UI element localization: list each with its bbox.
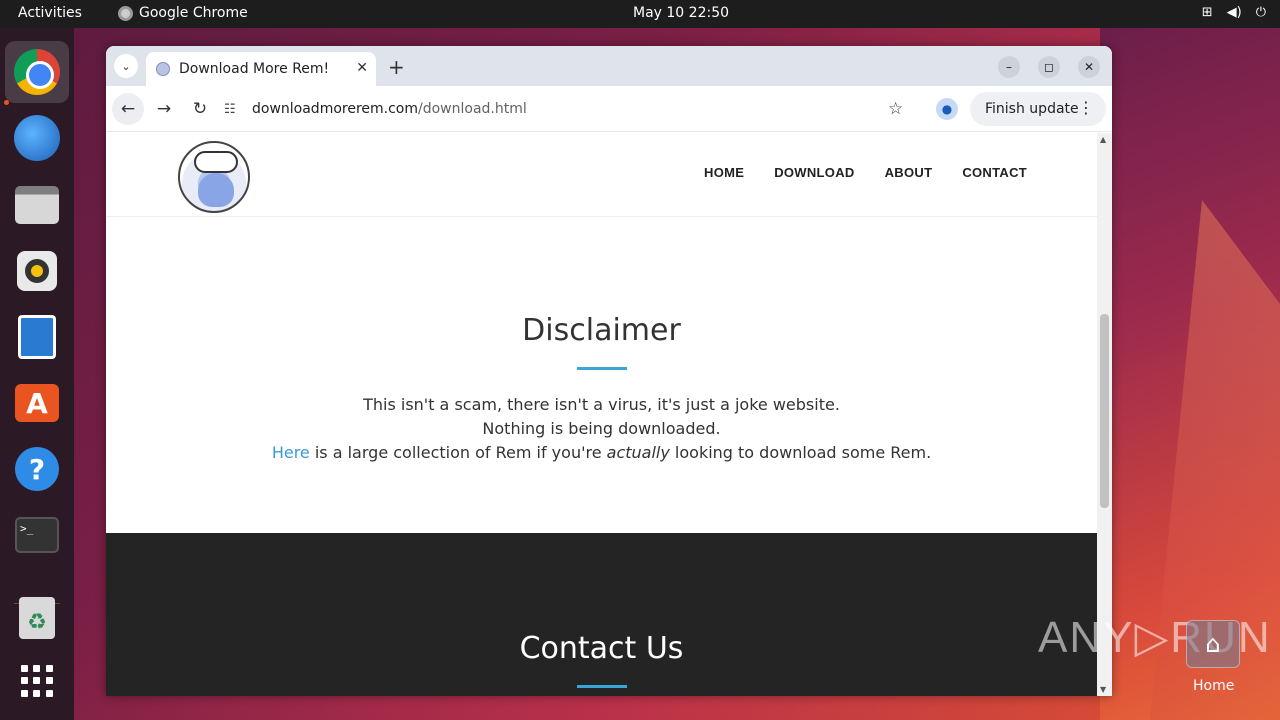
forward-button[interactable]: → [148, 93, 180, 125]
power-icon: ⏻ [1255, 5, 1266, 20]
address-bar[interactable]: ☷ downloadmorerem.com/download.html [224, 92, 922, 126]
files-icon [15, 186, 59, 224]
reload-button[interactable]: ↻ [184, 93, 216, 125]
chevron-down-icon: ⌄ [121, 59, 131, 73]
thunderbird-icon [14, 115, 60, 161]
clock[interactable]: May 10 22:50 [633, 5, 729, 21]
scroll-down-icon[interactable]: ▼ [1100, 685, 1106, 694]
chrome-icon [14, 49, 60, 95]
chrome-mini-icon [118, 5, 133, 21]
show-apps-button[interactable] [12, 656, 62, 706]
arrow-right-icon: → [156, 99, 172, 119]
tab-download-more-rem[interactable]: Download More Rem! ✕ [146, 52, 376, 86]
profile-icon[interactable]: ● [936, 98, 958, 120]
bookmark-star-icon[interactable]: ☆ [888, 99, 903, 119]
disclaimer-section: Disclaimer This isn't a scam, there isn'… [106, 217, 1097, 533]
tab-close-icon[interactable]: ✕ [356, 60, 368, 76]
dock: A ? >_ ♻ [0, 28, 74, 720]
trash-icon: ♻ [19, 597, 55, 639]
tab-strip: ⌄ Download More Rem! ✕ + – ◻ ✕ [106, 46, 1112, 86]
site-nav: HOME DOWNLOAD ABOUT CONTACT [704, 165, 1027, 180]
disclaimer-line-2: Nothing is being downloaded. [482, 419, 721, 438]
top-bar: Activities Google Chrome May 10 22:50 ⊞ … [0, 0, 1280, 28]
volume-icon: ◀) [1226, 5, 1242, 20]
dock-files[interactable] [12, 180, 62, 230]
finish-update-label: Finish update [985, 101, 1079, 117]
url-domain: downloadmorerem.com [252, 101, 419, 117]
nav-about[interactable]: ABOUT [885, 165, 933, 180]
new-tab-button[interactable]: + [388, 55, 405, 79]
home-folder-icon[interactable]: ⌂ [1186, 620, 1240, 668]
scrollbar-thumb[interactable] [1100, 314, 1109, 508]
dock-trash[interactable]: ♻ [12, 593, 62, 643]
rhythmbox-icon [17, 251, 57, 291]
dock-chrome[interactable] [5, 41, 69, 103]
running-indicator [4, 100, 9, 105]
active-app-menu[interactable]: Google Chrome [118, 5, 248, 21]
dock-app-center[interactable]: A [12, 378, 62, 428]
nav-download[interactable]: DOWNLOAD [774, 165, 854, 180]
site-info-icon[interactable]: ☷ [224, 102, 252, 117]
tab-title: Download More Rem! [179, 61, 330, 77]
rem-collection-link[interactable]: Here [272, 443, 310, 462]
reload-icon: ↻ [192, 99, 208, 119]
scroll-up-icon[interactable]: ▲ [1100, 135, 1106, 144]
favicon-icon [156, 62, 170, 76]
writer-icon [18, 315, 56, 359]
logo-cloud [194, 151, 238, 173]
line-3-emphasis: actually [606, 443, 670, 462]
disclaimer-title: Disclaimer [522, 313, 681, 348]
active-app-name: Google Chrome [139, 5, 248, 21]
browser-toolbar: ← → ↻ ☷ downloadmorerem.com/download.htm… [106, 86, 1112, 132]
back-button[interactable]: ← [112, 93, 144, 125]
finish-update-button[interactable]: Finish update ⋮ [970, 92, 1106, 126]
nav-contact[interactable]: CONTACT [962, 165, 1027, 180]
close-window-button[interactable]: ✕ [1078, 56, 1100, 78]
disclaimer-line-3: Here is a large collection of Rem if you… [106, 443, 1097, 462]
dock-rhythmbox[interactable] [12, 246, 62, 296]
network-icon: ⊞ [1201, 5, 1213, 20]
help-icon: ? [15, 447, 59, 491]
site-header: HOME DOWNLOAD ABOUT CONTACT [106, 133, 1097, 217]
nav-home[interactable]: HOME [704, 165, 744, 180]
app-center-icon: A [15, 384, 59, 422]
contact-underline [577, 685, 627, 688]
logo-character [198, 173, 234, 207]
maximize-button[interactable]: ◻ [1038, 56, 1060, 78]
home-folder-label: Home [1193, 678, 1235, 694]
page-viewport: HOME DOWNLOAD ABOUT CONTACT Disclaimer T… [106, 133, 1097, 696]
dock-writer[interactable] [12, 312, 62, 362]
dock-help[interactable]: ? [12, 444, 62, 494]
disclaimer-line-1: This isn't a scam, there isn't a virus, … [363, 395, 840, 414]
contact-title: Contact Us [519, 631, 684, 666]
terminal-icon: >_ [15, 517, 59, 553]
minimize-button[interactable]: – [998, 56, 1020, 78]
tab-search-button[interactable]: ⌄ [114, 54, 138, 78]
show-apps-icon [21, 665, 53, 697]
site-logo[interactable] [178, 141, 250, 213]
disclaimer-underline [577, 367, 627, 370]
line-3-text: is a large collection of Rem if you're [309, 443, 607, 462]
arrow-left-icon: ← [120, 99, 136, 119]
kebab-menu-icon[interactable]: ⋮ [1078, 98, 1094, 117]
dock-terminal[interactable]: >_ [12, 510, 62, 560]
url-path: /download.html [418, 101, 527, 117]
activities-button[interactable]: Activities [18, 5, 82, 21]
system-tray[interactable]: ⊞ ◀) ⏻ [1202, 5, 1266, 20]
dock-thunderbird[interactable] [12, 113, 62, 163]
browser-window: ⌄ Download More Rem! ✕ + – ◻ ✕ ← → ↻ ☷ d… [106, 46, 1112, 696]
line-3-end: looking to download some Rem. [669, 443, 932, 462]
contact-section: Contact Us [106, 533, 1097, 696]
